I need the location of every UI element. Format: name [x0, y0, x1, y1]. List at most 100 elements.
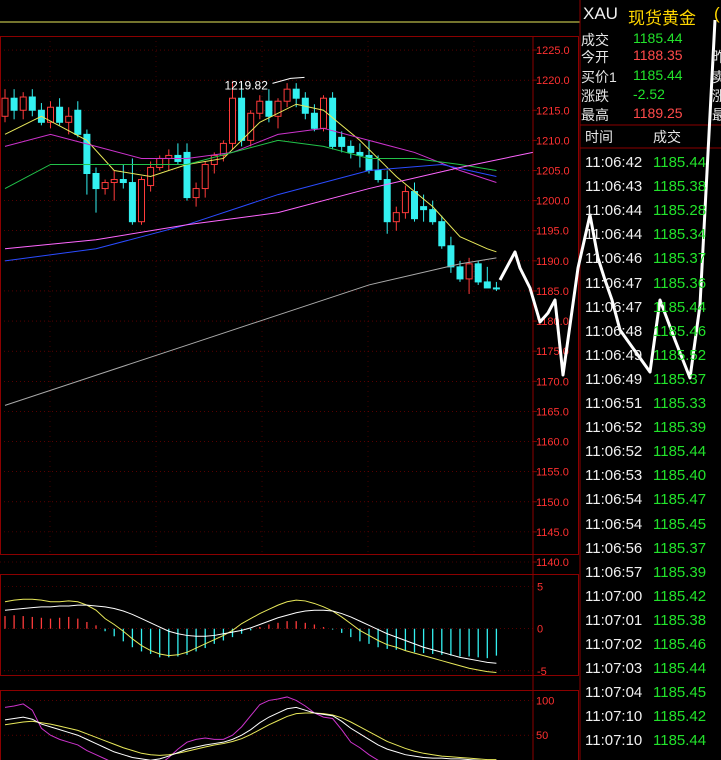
tick-price: 1185.46: [653, 322, 707, 340]
tick-row: 11:07:03 1185.44: [581, 657, 721, 681]
tick-row: 11:06:42 1185.44: [581, 151, 721, 175]
tick-row: 11:06:49 1185.37: [581, 368, 721, 392]
ma-line: [4, 163, 497, 262]
tick-row: 11:06:49 1185.52: [581, 344, 721, 368]
tick-price: 1185.38: [653, 611, 707, 629]
symbol-code: XAU: [583, 4, 618, 23]
tick-row: 11:06:46 1185.37: [581, 247, 721, 271]
tick-row: 11:07:10 1185.44: [581, 729, 721, 753]
y-tick-label: 1175.0: [536, 346, 569, 358]
tick-time: 11:07:03: [585, 660, 643, 678]
y-tick-label: 1145.0: [536, 527, 569, 539]
tick-row: 11:06:52 1185.44: [581, 440, 721, 464]
y-tick-label: 1150.0: [536, 497, 569, 509]
tick-row: 11:06:57 1185.39: [581, 561, 721, 585]
quote-value: 1188.35: [633, 47, 683, 63]
candle-body: [92, 173, 100, 190]
tick-row: 11:07:01 1185.38: [581, 609, 721, 633]
macd-dea-line: [4, 604, 497, 664]
tick-price: 1185.44: [653, 660, 707, 678]
y-tick-label: 1190.0: [536, 256, 569, 268]
kdj-d-line: [4, 712, 497, 760]
tick-price: 1185.44: [653, 443, 707, 461]
candle-body: [56, 106, 64, 123]
candle-body: [483, 281, 491, 289]
candle-body: [138, 179, 145, 223]
candle-body: [1, 97, 9, 117]
tick-time: 11:06:53: [585, 467, 643, 485]
tick-price: 1185.40: [653, 467, 707, 485]
tick-price: 1185.28: [653, 202, 707, 220]
tick-price: 1185.42: [653, 708, 707, 726]
tick-time: 11:06:47: [585, 298, 643, 316]
symbol-name: 现货黄金: [628, 9, 696, 28]
candle-body: [10, 97, 18, 111]
tick-price: 1185.42: [653, 587, 707, 605]
candle-body: [192, 188, 200, 199]
tick-row: 11:06:43 1185.38: [581, 175, 721, 199]
y-tick-label: 1215.0: [536, 105, 570, 117]
kdj-j-line: [4, 696, 379, 760]
tick-price: 1185.37: [653, 539, 707, 557]
tick-time: 11:07:00: [585, 587, 643, 605]
quote-value: 1185.44: [633, 30, 683, 46]
quote-label-cut: 卖: [712, 69, 721, 85]
tick-row: 11:06:51 1185.33: [581, 392, 721, 416]
tick-time: 11:06:54: [585, 491, 643, 509]
tick-time: 11:06:47: [585, 274, 643, 292]
tick-time: 11:06:49: [585, 346, 643, 364]
tick-price: 1185.45: [653, 515, 707, 533]
candle-body: [201, 163, 209, 190]
tick-row: 11:07:00 1185.42: [581, 585, 721, 609]
macd-tick-label: -5: [537, 666, 547, 678]
y-tick-label: 1200.0: [536, 196, 570, 208]
candle-body: [347, 145, 355, 153]
tick-row: 11:06:44 1185.34: [581, 223, 721, 247]
tick-time: 11:06:52: [585, 443, 643, 461]
candle-body: [310, 112, 318, 129]
tick-price: 1185.39: [653, 563, 707, 581]
y-tick-label: 1140.0: [536, 557, 569, 569]
tick-price: 1185.44: [653, 732, 707, 750]
quote-label: 涨跌: [581, 88, 609, 104]
candle-body: [128, 182, 136, 223]
candle-body: [392, 212, 400, 223]
tick-time: 11:07:01: [585, 611, 643, 629]
tick-row: 11:06:44 1185.28: [581, 199, 721, 223]
tick-row: 11:07:04 1185.45: [581, 681, 721, 705]
quote-label-cut: 最: [712, 107, 721, 123]
tick-price: 1185.45: [653, 684, 707, 702]
candle-body: [28, 96, 36, 111]
tick-price: 1185.47: [653, 491, 707, 509]
y-tick-label: 1165.0: [536, 406, 569, 418]
tick-time: 11:06:43: [585, 178, 643, 196]
tick-row: 11:06:56 1185.37: [581, 537, 721, 561]
tick-row: 11:06:47 1185.44: [581, 296, 721, 320]
candle-body: [456, 266, 464, 280]
tick-row: 11:07:02 1185.46: [581, 633, 721, 657]
tick-price: 1185.37: [653, 370, 707, 388]
quote-label-cut: 涨: [712, 88, 721, 104]
y-tick-label: 1185.0: [536, 286, 569, 298]
tick-header-time: 时间: [585, 129, 613, 145]
tick-time: 11:06:49: [585, 370, 643, 388]
tick-price: 1185.38: [653, 178, 707, 196]
candle-body: [438, 221, 446, 247]
tick-time: 11:07:04: [585, 684, 643, 702]
tick-row: 11:06:54 1185.45: [581, 513, 721, 537]
tick-time: 11:07:02: [585, 636, 643, 653]
candle-body: [383, 179, 391, 223]
high-annotation: 1219.82: [225, 78, 269, 92]
candle-body: [65, 115, 73, 123]
tick-row: 11:06:54 1185.47: [581, 488, 721, 512]
candle-body: [329, 97, 337, 147]
y-tick-label: 1170.0: [536, 376, 569, 388]
tick-row: 11:06:48 1185.46: [581, 320, 721, 344]
candle-body: [74, 109, 82, 135]
tick-time: 11:06:46: [585, 250, 643, 268]
tick-row: 11:06:53 1185.40: [581, 464, 721, 488]
kdj-tick-label: 50: [536, 730, 548, 742]
main-frame: [0, 36, 579, 555]
quote-row: 今开 1188.35 昨: [581, 46, 721, 65]
candle-body: [292, 88, 300, 99]
